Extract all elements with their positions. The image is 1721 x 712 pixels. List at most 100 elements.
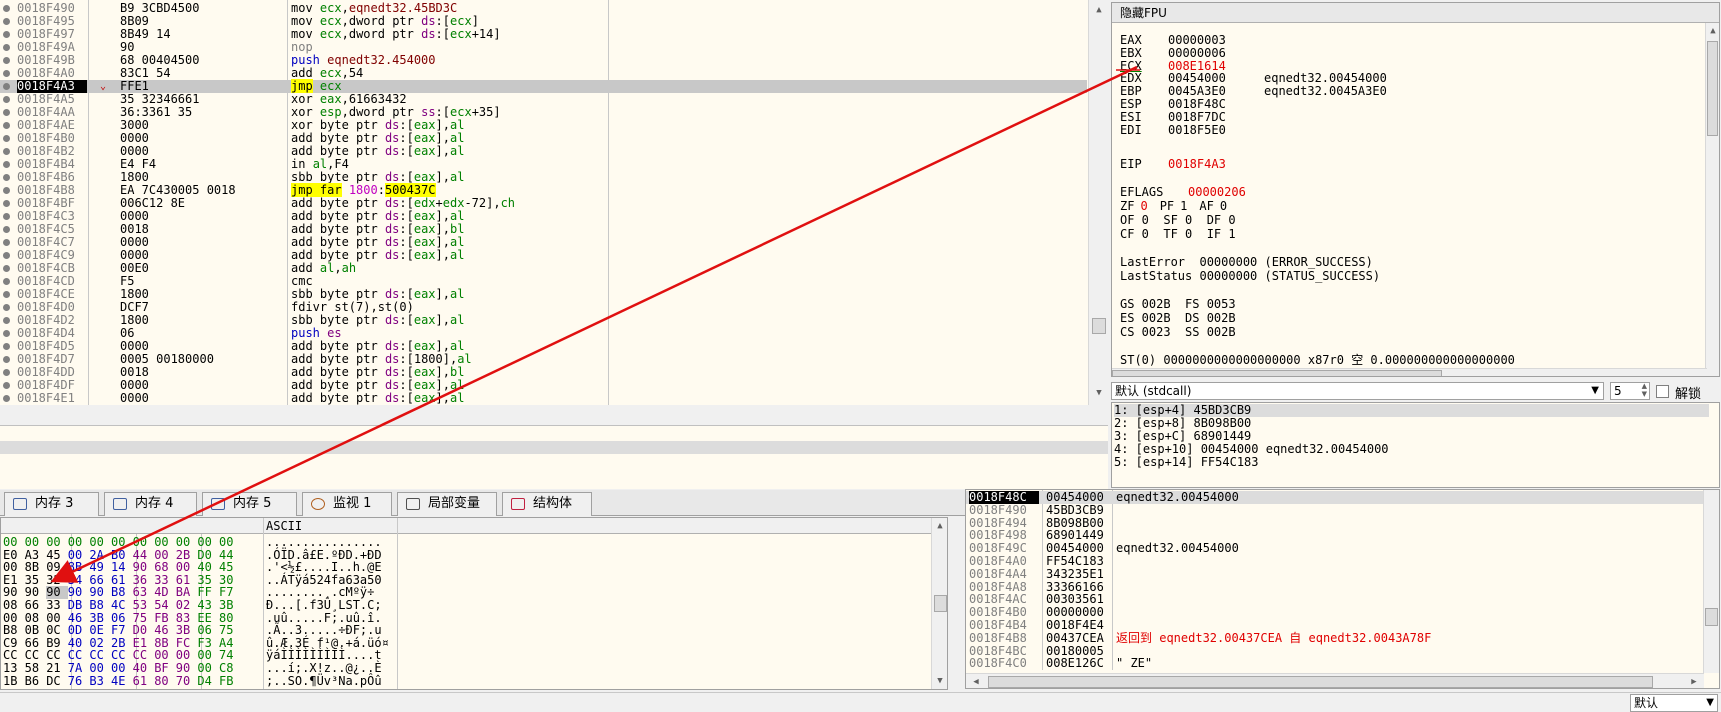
disassembly-pane[interactable]: 0018F490 B9 3CBD4500 mov ecx,eqnedt32.45BD… xyxy=(0,0,1090,405)
scroll-right-icon[interactable]: ▶ xyxy=(1686,674,1702,688)
disasm-row[interactable]: 0018F4C5 0018 add byte ptr ds:[eax],bl xyxy=(0,223,1087,236)
breakpoint-dot-icon[interactable] xyxy=(3,226,10,233)
registers-pane[interactable]: 隐藏FPU EAX 00000003 EBX 00000006 ECX 008E1614 E… xyxy=(1111,2,1720,377)
disasm-row[interactable]: 0018F4AA 36:3361 35 xor esp,dword ptr ss:[… xyxy=(0,106,1087,119)
dump-byte[interactable]: FB xyxy=(219,674,241,688)
hscroll-thumb[interactable] xyxy=(1112,370,1442,376)
breakpoint-dot-icon[interactable] xyxy=(3,343,10,350)
stack-argument[interactable]: 5: [esp+14] FF54C183 xyxy=(1114,456,1259,469)
dump-byte[interactable]: 76 xyxy=(68,674,90,688)
dump-byte[interactable]: 4E xyxy=(111,674,133,688)
stack-row[interactable]: 0018F4B8 00437CEA 返回到 eqnedt32.00437CEA 自 … xyxy=(966,631,1719,645)
stack-value[interactable]: 008E126C xyxy=(1046,657,1104,670)
flags-line-2[interactable]: OF 0 SF 0 DF 0 xyxy=(1120,213,1236,227)
disasm-row[interactable]: 0018F4D2 1800 sbb byte ptr ds:[eax],al xyxy=(0,314,1087,327)
disasm-row[interactable]: 0018F4E1 0000 add byte ptr ds:[eax],al xyxy=(0,392,1087,405)
memory-dump-pane[interactable]: ASCII 00 00 00 00 00 00 00 00 00 00 00............… xyxy=(0,517,948,690)
breakpoint-dot-icon[interactable] xyxy=(3,57,10,64)
breakpoint-dot-icon[interactable] xyxy=(3,239,10,246)
flags-line-3[interactable]: CF 0 TF 0 IF 1 xyxy=(1120,227,1236,241)
disasm-row[interactable]: 0018F4AE 3000 xor byte ptr ds:[eax],al xyxy=(0,119,1087,132)
breakpoint-dot-icon[interactable] xyxy=(3,265,10,272)
breakpoint-dot-icon[interactable] xyxy=(3,317,10,324)
disasm-row[interactable]: 0018F497 8B49 14 mov ecx,dword ptr ds:[ecx… xyxy=(0,28,1087,41)
hide-fpu-button[interactable]: 隐藏FPU xyxy=(1112,3,1719,23)
disasm-row[interactable]: 0018F4DD 0018 add byte ptr ds:[eax],bl xyxy=(0,366,1087,379)
dump-byte[interactable]: 61 xyxy=(133,674,155,688)
disasm-row[interactable]: 0018F490 B9 3CBD4500 mov ecx,eqnedt32.45BD… xyxy=(0,2,1087,15)
scroll-down-icon[interactable]: ▼ xyxy=(1091,385,1107,401)
breakpoint-dot-icon[interactable] xyxy=(3,161,10,168)
dump-byte[interactable]: 1B xyxy=(3,674,25,688)
disasm-row[interactable]: 0018F4CE 1800 sbb byte ptr ds:[eax],al xyxy=(0,288,1087,301)
register-value[interactable]: 0018F5E0 xyxy=(1168,123,1264,137)
disasm-row[interactable]: 0018F4C7 0000 add byte ptr ds:[eax],al xyxy=(0,236,1087,249)
breakpoint-dot-icon[interactable] xyxy=(3,278,10,285)
breakpoint-dot-icon[interactable] xyxy=(3,148,10,155)
vscroll-thumb[interactable] xyxy=(1092,318,1106,334)
breakpoint-dot-icon[interactable] xyxy=(3,356,10,363)
tab-6[interactable]: 结构体 xyxy=(502,492,592,516)
vscroll-thumb[interactable] xyxy=(1707,41,1718,136)
status-dropdown[interactable]: 默认 ▼ xyxy=(1630,694,1718,712)
breakpoint-dot-icon[interactable] xyxy=(3,369,10,376)
call-convention-select[interactable]: 默认 (stdcall) ▼ xyxy=(1111,382,1604,400)
pane-splitter[interactable] xyxy=(0,425,1108,489)
tab-3[interactable]: 内存 5 xyxy=(202,492,297,516)
dump-byte[interactable]: B3 xyxy=(89,674,111,688)
disasm-row[interactable]: 0018F4CB 00E0 add al,ah xyxy=(0,262,1087,275)
eip-register[interactable]: EIP 0018F4A3 xyxy=(1120,157,1226,171)
arg-count-spinner[interactable]: 5 ▲ ▼ xyxy=(1610,382,1650,400)
stack-arguments-pane[interactable]: 1: [esp+4] 45BD3CB9 2: [esp+8] 8B098B00 3:… xyxy=(1111,402,1720,488)
disasm-side-scrollbar[interactable]: ▲ ▼ xyxy=(1088,0,1108,405)
dump-vscrollbar[interactable]: ▲ ▼ xyxy=(931,518,947,689)
disasm-row[interactable]: 0018F4CD F5 cmc xyxy=(0,275,1087,288)
breakpoint-dot-icon[interactable] xyxy=(3,395,10,402)
registers-hscrollbar[interactable] xyxy=(1112,368,1707,376)
disasm-row[interactable]: 0018F4D0 DCF7 fdivr st(7),st(0) xyxy=(0,301,1087,314)
disasm-row[interactable]: 0018F4BF 006C12 8E add byte ptr ds:[edx+ed… xyxy=(0,197,1087,210)
breakpoint-dot-icon[interactable] xyxy=(3,135,10,142)
stack-row[interactable]: 0018F4A4 343235E1 xyxy=(966,567,1719,581)
stack-row[interactable]: 0018F4C0 008E126C " ZE" xyxy=(966,657,1719,670)
tab-2[interactable]: 内存 4 xyxy=(104,492,197,516)
breakpoint-dot-icon[interactable] xyxy=(3,5,10,12)
tab-1[interactable]: 内存 3 xyxy=(4,492,99,516)
unlock-checkbox[interactable] xyxy=(1656,385,1669,398)
segment-line-2[interactable]: ES 002B DS 002B xyxy=(1120,311,1236,325)
dump-byte[interactable]: B6 xyxy=(25,674,47,688)
eflags-register[interactable]: EFLAGS 00000206 xyxy=(1120,185,1246,199)
breakpoint-dot-icon[interactable] xyxy=(3,291,10,298)
stack-value[interactable]: 00437CEA xyxy=(1046,631,1104,645)
breakpoint-dot-icon[interactable] xyxy=(3,330,10,337)
breakpoint-dot-icon[interactable] xyxy=(3,174,10,181)
breakpoint-dot-icon[interactable] xyxy=(3,187,10,194)
disasm-row[interactable]: 0018F4B4 E4 F4 in al,F4 xyxy=(0,158,1087,171)
hscroll-thumb[interactable] xyxy=(988,676,1653,688)
breakpoint-dot-icon[interactable] xyxy=(3,200,10,207)
tab-5[interactable]: 局部变量 xyxy=(397,492,497,516)
registers-vscrollbar[interactable]: ▲ xyxy=(1705,23,1719,376)
vscroll-thumb[interactable] xyxy=(1705,608,1718,626)
disasm-row[interactable]: 0018F4C3 0000 add byte ptr ds:[eax],al xyxy=(0,210,1087,223)
disasm-row[interactable]: 0018F4B2 0000 add byte ptr ds:[eax],al xyxy=(0,145,1087,158)
scroll-up-icon[interactable]: ▲ xyxy=(932,518,947,534)
dump-byte[interactable]: D4 xyxy=(197,674,219,688)
breakpoint-dot-icon[interactable] xyxy=(3,122,10,129)
spinner-arrows-icon[interactable]: ▲ ▼ xyxy=(1642,382,1647,398)
scroll-left-icon[interactable]: ◀ xyxy=(968,674,984,688)
scroll-down-icon[interactable]: ▼ xyxy=(932,673,947,689)
register-edi[interactable]: EDI 0018F5E0 xyxy=(1120,123,1264,137)
disasm-row[interactable]: 0018F4A0 83C1 54 add ecx,54 xyxy=(0,67,1087,80)
stack-hscrollbar[interactable]: ◀ ▶ xyxy=(966,673,1704,688)
disasm-row[interactable]: 0018F4B0 0000 add byte ptr ds:[eax],al xyxy=(0,132,1087,145)
scroll-up-icon[interactable]: ▲ xyxy=(1091,2,1107,18)
disasm-row[interactable]: 0018F4D4 06 push es xyxy=(0,327,1087,340)
dump-ascii[interactable]: ;..SO.¶Üv³Na.pÔû xyxy=(266,674,382,688)
disasm-row[interactable]: 0018F4C9 0000 add byte ptr ds:[eax],al xyxy=(0,249,1087,262)
breakpoint-dot-icon[interactable] xyxy=(3,252,10,259)
stack-vscrollbar[interactable] xyxy=(1703,490,1719,673)
breakpoint-dot-icon[interactable] xyxy=(3,382,10,389)
scroll-up-icon[interactable]: ▲ xyxy=(1705,23,1719,39)
stack-pane[interactable]: 0018F48C 00454000 eqnedt32.00454000 0018F49… xyxy=(965,489,1720,689)
